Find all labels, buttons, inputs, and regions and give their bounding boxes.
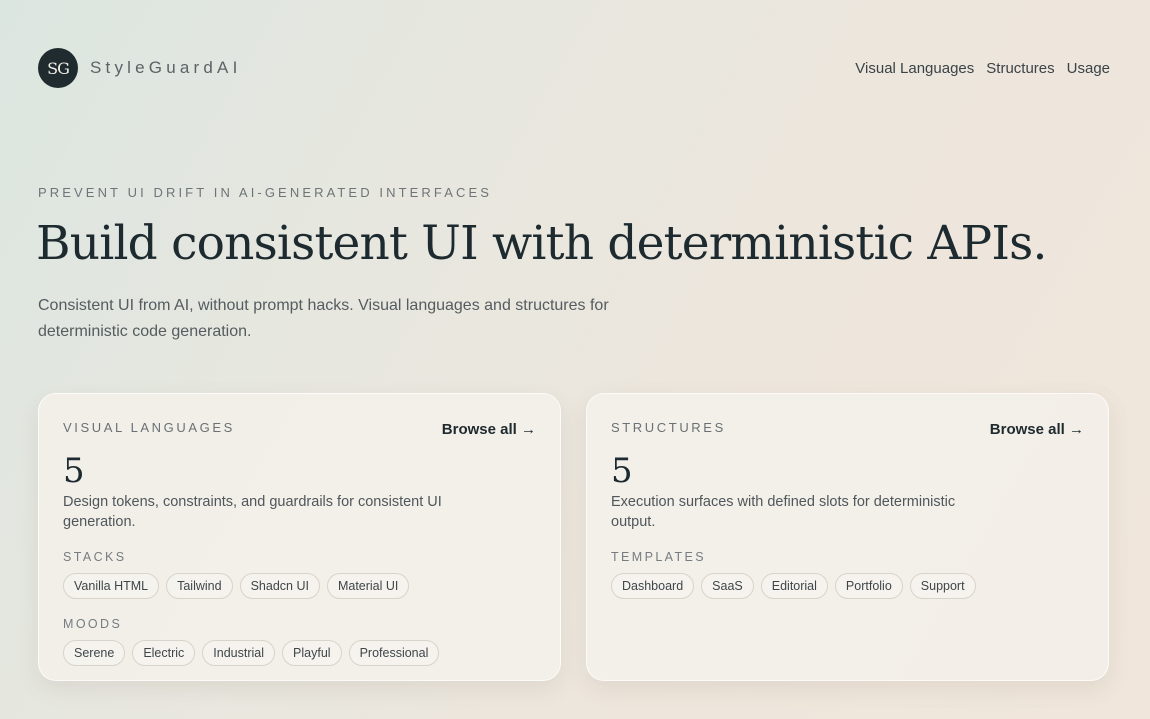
brand[interactable]: SG StyleGuardAI bbox=[38, 48, 242, 88]
chip-industrial[interactable]: Industrial bbox=[202, 640, 276, 666]
browse-structures-link[interactable]: Browse all → bbox=[990, 421, 1084, 438]
card-description: Design tokens, constraints, and guardrai… bbox=[63, 494, 442, 530]
hero-eyebrow: PREVENT UI DRIFT IN AI-GENERATED INTERFA… bbox=[38, 185, 493, 200]
main-nav: Visual Languages Structures Usage bbox=[855, 60, 1110, 77]
templates-chips: Dashboard SaaS Editorial Portfolio Suppo… bbox=[611, 573, 1084, 599]
visual-languages-count: 5 bbox=[63, 451, 85, 491]
chip-serene[interactable]: Serene bbox=[63, 640, 126, 666]
chip-playful[interactable]: Playful bbox=[282, 640, 342, 666]
card-description: Execution surfaces with defined slots fo… bbox=[611, 494, 956, 530]
logo-mark: SG bbox=[38, 48, 78, 88]
brand-name: StyleGuardAI bbox=[90, 58, 242, 77]
visual-languages-card: VISUAL LANGUAGES Browse all → 5 Design t… bbox=[38, 393, 561, 681]
nav-usage[interactable]: Usage bbox=[1067, 60, 1110, 77]
chip-support[interactable]: Support bbox=[909, 573, 976, 599]
chip-material-ui[interactable]: Material UI bbox=[326, 573, 410, 599]
hero-subhead: Consistent UI from AI, without prompt ha… bbox=[38, 297, 609, 340]
moods-chips: Serene Electric Industrial Playful Profe… bbox=[63, 640, 536, 666]
moods-label: MOODS bbox=[63, 617, 123, 631]
chip-editorial[interactable]: Editorial bbox=[760, 573, 828, 599]
templates-label: TEMPLATES bbox=[611, 550, 706, 564]
card-label: STRUCTURES bbox=[611, 420, 726, 435]
structures-card: STRUCTURES Browse all → 5 Execution surf… bbox=[586, 393, 1109, 681]
chip-dashboard[interactable]: Dashboard bbox=[611, 573, 695, 599]
nav-visual-languages[interactable]: Visual Languages bbox=[855, 60, 974, 77]
stacks-label: STACKS bbox=[63, 550, 127, 564]
hero-headline: Build consistent UI with deterministic A… bbox=[36, 216, 1047, 271]
site-header: SG StyleGuardAI Visual Languages Structu… bbox=[38, 48, 1110, 88]
nav-structures[interactable]: Structures bbox=[986, 60, 1054, 77]
card-label: VISUAL LANGUAGES bbox=[63, 420, 235, 435]
chip-portfolio[interactable]: Portfolio bbox=[834, 573, 903, 599]
chip-vanilla-html[interactable]: Vanilla HTML bbox=[63, 573, 160, 599]
structures-count: 5 bbox=[611, 451, 633, 491]
chip-saas[interactable]: SaaS bbox=[701, 573, 754, 599]
stacks-chips: Vanilla HTML Tailwind Shadcn UI Material… bbox=[63, 573, 536, 599]
browse-visual-languages-link[interactable]: Browse all → bbox=[442, 421, 536, 438]
chip-shadcn-ui[interactable]: Shadcn UI bbox=[239, 573, 320, 599]
chip-professional[interactable]: Professional bbox=[348, 640, 440, 666]
chip-electric[interactable]: Electric bbox=[132, 640, 196, 666]
chip-tailwind[interactable]: Tailwind bbox=[166, 573, 233, 599]
